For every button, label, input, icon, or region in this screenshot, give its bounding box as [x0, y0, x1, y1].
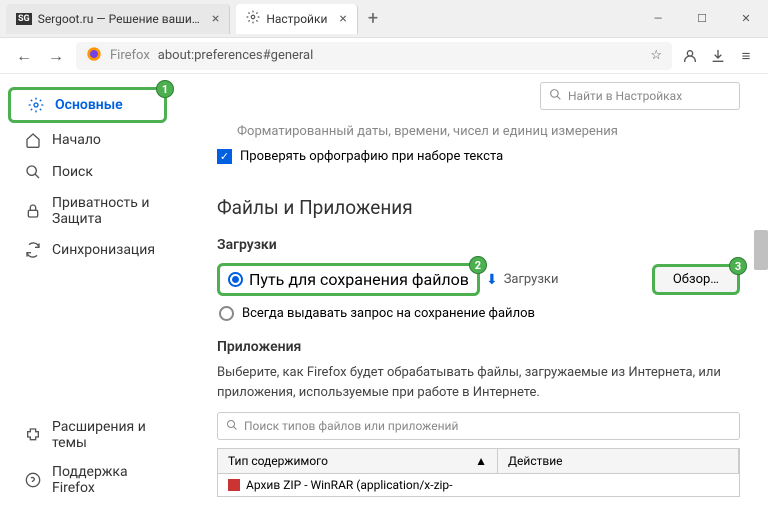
step-badge-2: 2: [469, 256, 487, 274]
tab-label: Sergoot.ru — Решение ваши…: [38, 12, 200, 26]
settings-search[interactable]: Найти в Настройках: [540, 82, 740, 110]
radio-checked-icon: [228, 272, 243, 287]
apps-title: Приложения: [217, 339, 740, 355]
sidebar-item-general[interactable]: Основные 1: [8, 87, 167, 123]
forward-button[interactable]: →: [44, 44, 68, 68]
search-icon: [24, 163, 42, 181]
sidebar-item-label: Начало: [52, 132, 101, 148]
scrollbar-thumb[interactable]: [754, 230, 768, 270]
browse-button[interactable]: Обзор… 3: [652, 264, 740, 295]
favicon-sg: SG: [16, 13, 32, 25]
apps-description: Выберите, как Firefox будет обрабатывать…: [217, 363, 740, 402]
sort-asc-icon: ▲: [475, 454, 487, 468]
sidebar-item-label: Поддержка Firefox: [52, 464, 151, 496]
search-placeholder: Найти в Настройках: [568, 89, 682, 103]
sidebar-item-label: Поиск: [52, 164, 93, 180]
sidebar-item-support[interactable]: Поддержка Firefox: [8, 458, 167, 502]
download-path-row: Путь для сохранения файлов 2 ⬇ Загрузки …: [217, 263, 740, 296]
step-badge-1: 1: [156, 80, 174, 98]
download-path-label: Загрузки: [504, 272, 559, 287]
close-button[interactable]: ✕: [724, 0, 768, 38]
account-icon[interactable]: [680, 46, 700, 66]
spellcheck-label: Проверять орфографию при наборе текста: [240, 149, 503, 164]
sidebar-item-label: Расширения и темы: [52, 419, 151, 451]
radio-ask-label: Всегда выдавать запрос на сохранение фай…: [242, 306, 535, 321]
apps-search-placeholder: Поиск типов файлов или приложений: [244, 419, 458, 433]
sidebar-item-label: Приватность и Защита: [52, 195, 151, 227]
lock-icon: [24, 202, 42, 220]
menu-icon[interactable]: ≡: [736, 46, 756, 66]
sidebar-item-label: Основные: [55, 97, 123, 113]
spellcheck-row[interactable]: ✓ Проверять орфографию при наборе текста: [217, 149, 740, 164]
col-action[interactable]: Действие: [498, 449, 739, 473]
radio-save-path[interactable]: Путь для сохранения файлов 2: [217, 263, 480, 296]
content: Основные 1 Начало Поиск Приватность и За…: [0, 74, 768, 523]
apps-search[interactable]: Поиск типов файлов или приложений: [217, 412, 740, 440]
home-icon: [24, 131, 42, 149]
gear-icon: [27, 96, 45, 114]
row-label: Архив ZIP - WinRAR (application/x-zip-: [246, 478, 453, 492]
puzzle-icon: [24, 426, 42, 444]
col-content-type[interactable]: Тип содержимого ▲: [218, 449, 498, 473]
url-bar[interactable]: Firefox about:preferences#general ☆: [76, 42, 672, 70]
question-icon: [24, 471, 42, 489]
files-apps-title: Файлы и Приложения: [217, 196, 740, 219]
browse-label: Обзор…: [673, 272, 719, 287]
winrar-icon: [228, 479, 240, 491]
url-prefix: Firefox: [110, 48, 150, 63]
download-arrow-icon: ⬇: [486, 272, 498, 288]
titlebar: SG Sergoot.ru — Решение ваши… × Настройк…: [0, 0, 768, 38]
url-path: about:preferences#general: [158, 48, 314, 63]
sidebar-item-label: Синхронизация: [52, 242, 155, 258]
main-panel: Найти в Настройках Форматированный даты,…: [175, 74, 768, 523]
sidebar-item-extensions[interactable]: Расширения и темы: [8, 413, 167, 457]
sidebar-item-search[interactable]: Поиск: [8, 157, 167, 187]
sidebar-item-sync[interactable]: Синхронизация: [8, 235, 167, 265]
new-tab-button[interactable]: +: [358, 8, 388, 29]
download-path-display: ⬇ Загрузки: [486, 272, 559, 288]
table-row[interactable]: Архив ZIP - WinRAR (application/x-zip-: [218, 474, 739, 496]
apps-table: Тип содержимого ▲ Действие Архив ZIP - W…: [217, 448, 740, 497]
radio-always-ask[interactable]: Всегда выдавать запрос на сохранение фай…: [217, 306, 740, 321]
sidebar-item-home[interactable]: Начало: [8, 125, 167, 155]
step-badge-3: 3: [729, 257, 747, 275]
sync-icon: [24, 241, 42, 259]
truncated-option: Форматированный даты, времени, чисел и е…: [217, 124, 740, 139]
maximize-button[interactable]: ☐: [680, 0, 724, 38]
minimize-button[interactable]: —: [636, 0, 680, 38]
sidebar: Основные 1 Начало Поиск Приватность и За…: [0, 74, 175, 523]
checkbox-checked-icon[interactable]: ✓: [217, 149, 232, 164]
downloads-title: Загрузки: [217, 237, 740, 253]
firefox-icon: [86, 46, 102, 66]
radio-save-label: Путь для сохранения файлов: [249, 270, 469, 289]
tab-settings[interactable]: Настройки ×: [236, 4, 358, 34]
close-icon[interactable]: ×: [339, 11, 346, 27]
search-icon: [226, 419, 238, 434]
apps-table-head: Тип содержимого ▲ Действие: [218, 449, 739, 474]
search-icon: [549, 88, 562, 104]
sidebar-item-privacy[interactable]: Приватность и Защита: [8, 189, 167, 233]
download-icon[interactable]: [708, 46, 728, 66]
radio-unchecked-icon: [219, 306, 234, 321]
tab-label: Настройки: [266, 12, 327, 26]
toolbar: ← → Firefox about:preferences#general ☆ …: [0, 38, 768, 74]
tab-sergoot[interactable]: SG Sergoot.ru — Решение ваши… ×: [6, 4, 230, 34]
window-controls: — ☐ ✕: [636, 0, 768, 38]
gear-icon: [246, 10, 260, 27]
back-button[interactable]: ←: [12, 44, 36, 68]
close-icon[interactable]: ×: [212, 11, 219, 27]
bookmark-star-icon[interactable]: ☆: [650, 48, 662, 63]
